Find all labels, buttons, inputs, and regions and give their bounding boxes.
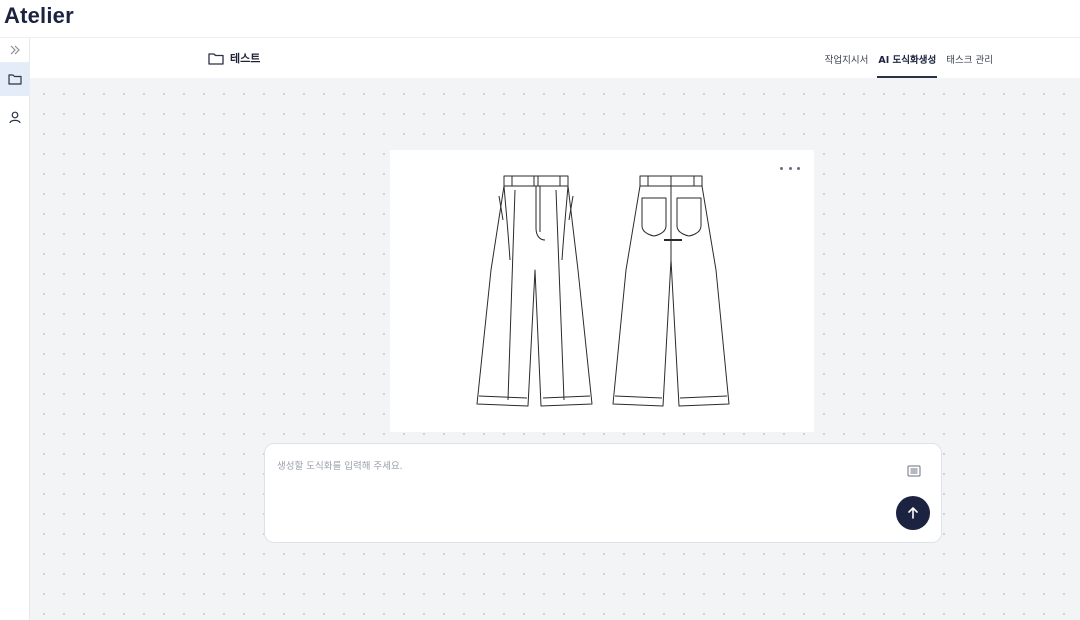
top-bar: Atelier xyxy=(0,0,1080,38)
trouser-flat-sketch xyxy=(476,175,730,407)
double-chevron-right-icon xyxy=(10,45,20,55)
tab-task-management[interactable]: 태스크 관리 xyxy=(941,38,998,78)
attach-document-button[interactable] xyxy=(907,464,921,478)
prompt-input[interactable] xyxy=(277,456,877,476)
folder-icon xyxy=(8,74,22,85)
folder-icon xyxy=(208,52,224,65)
tab-bar: 작업지시서 AI 도식화생성 태스크 관리 xyxy=(820,38,998,78)
tab-work-order[interactable]: 작업지시서 xyxy=(820,38,874,78)
sidebar xyxy=(0,38,30,620)
sidebar-item-profile[interactable] xyxy=(0,100,30,134)
app-logo[interactable]: Atelier xyxy=(4,3,74,29)
tab-ai-flat-sketch[interactable]: AI 도식화생성 xyxy=(873,38,941,78)
document-icon xyxy=(907,465,921,477)
project-header: 테스트 작업지시서 AI 도식화생성 태스크 관리 xyxy=(30,38,1080,78)
more-horizontal-icon xyxy=(780,166,783,170)
arrow-up-icon xyxy=(908,507,918,519)
main-canvas: 테스트 작업지시서 AI 도식화생성 태스크 관리 xyxy=(30,38,1080,620)
sidebar-expand-button[interactable] xyxy=(0,38,30,62)
project-title: 테스트 xyxy=(208,50,260,66)
more-options-button[interactable] xyxy=(780,162,800,174)
project-name: 테스트 xyxy=(230,52,261,65)
send-button[interactable] xyxy=(896,496,930,530)
generated-image-card[interactable] xyxy=(390,150,814,432)
user-icon xyxy=(9,111,21,124)
prompt-box xyxy=(264,443,942,543)
sidebar-item-projects[interactable] xyxy=(0,62,30,96)
